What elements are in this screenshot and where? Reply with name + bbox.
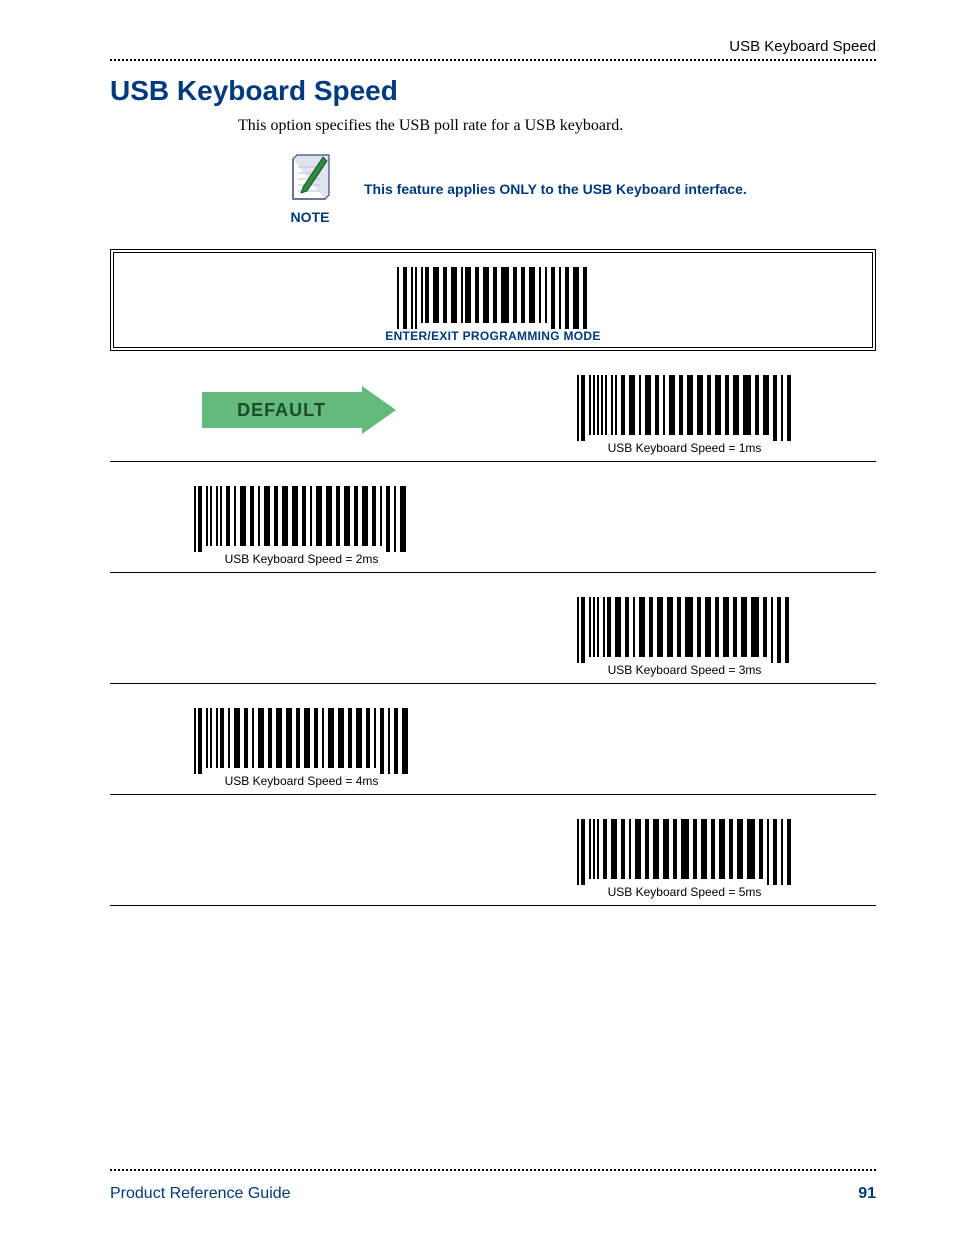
barcode-enter-exit (393, 263, 593, 333)
option-row: USB Keyboard Speed = 4ms (110, 684, 876, 795)
option-cell: USB Keyboard Speed = 3ms (493, 573, 876, 683)
note-block: NOTE This feature applies ONLY to the US… (270, 153, 876, 225)
lead-paragraph: This option specifies the USB poll rate … (238, 117, 876, 135)
footer-guide-title: Product Reference Guide (110, 1185, 291, 1203)
note-icon-cell: NOTE (270, 153, 350, 225)
barcode-1ms (575, 373, 795, 445)
header-divider (110, 59, 876, 61)
page-footer: Product Reference Guide 91 (110, 1169, 876, 1203)
default-arrow-icon: DEFAULT (202, 386, 402, 434)
option-cell: USB Keyboard Speed = 4ms (110, 684, 493, 794)
arrow-head-icon (362, 386, 396, 434)
barcode-label-enter-exit: ENTER/EXIT PROGRAMMING MODE (114, 329, 872, 343)
footer-divider (110, 1169, 876, 1171)
barcode-3ms (575, 595, 795, 667)
option-row: DEFAULT USB Keyboard Speed = 1ms (110, 351, 876, 462)
note-label: NOTE (270, 209, 350, 225)
option-cell: USB Keyboard Speed = 5ms (493, 795, 876, 905)
footer-page-number: 91 (858, 1185, 876, 1203)
notepad-icon (287, 153, 333, 205)
barcode-label-3ms: USB Keyboard Speed = 3ms (608, 663, 762, 677)
barcode-label-2ms: USB Keyboard Speed = 2ms (225, 552, 379, 566)
option-row: USB Keyboard Speed = 3ms (110, 573, 876, 684)
default-indicator-cell: DEFAULT (110, 351, 493, 461)
barcode-label-1ms: USB Keyboard Speed = 1ms (608, 441, 762, 455)
document-page: USB Keyboard Speed USB Keyboard Speed Th… (0, 0, 954, 1235)
note-text: This feature applies ONLY to the USB Key… (364, 181, 747, 197)
default-arrow-label: DEFAULT (202, 392, 362, 428)
empty-cell (110, 795, 493, 905)
empty-cell (493, 462, 876, 572)
barcode-2ms (192, 484, 412, 556)
option-cell: USB Keyboard Speed = 2ms (110, 462, 493, 572)
option-row: USB Keyboard Speed = 2ms (110, 462, 876, 573)
running-header: USB Keyboard Speed (110, 38, 876, 55)
barcode-4ms (192, 706, 412, 778)
barcode-label-5ms: USB Keyboard Speed = 5ms (608, 885, 762, 899)
barcode-label-4ms: USB Keyboard Speed = 4ms (225, 774, 379, 788)
empty-cell (493, 684, 876, 794)
barcode-5ms (575, 817, 795, 889)
section-heading: USB Keyboard Speed (110, 75, 876, 107)
programming-mode-box: ENTER/EXIT PROGRAMMING MODE (110, 249, 876, 351)
option-row: USB Keyboard Speed = 5ms (110, 795, 876, 906)
option-cell: USB Keyboard Speed = 1ms (493, 351, 876, 461)
empty-cell (110, 573, 493, 683)
